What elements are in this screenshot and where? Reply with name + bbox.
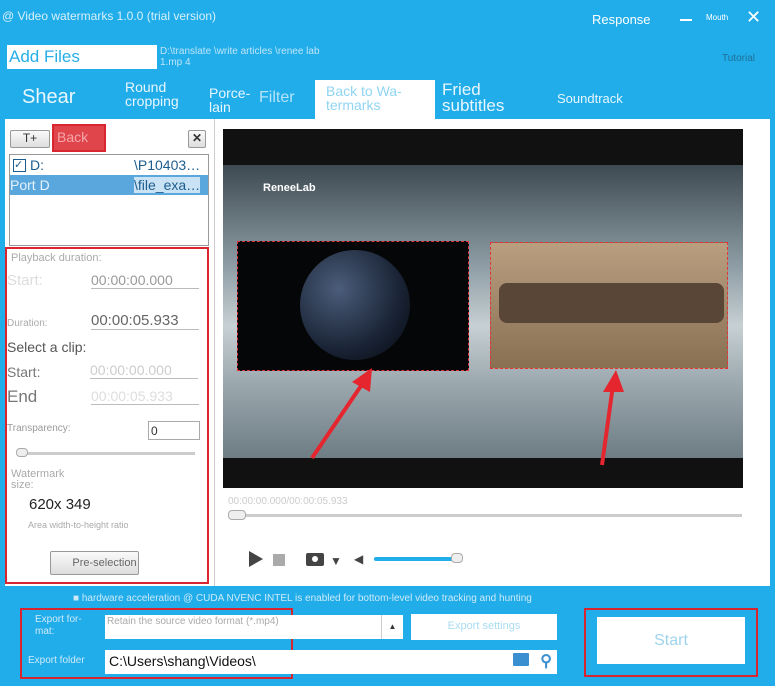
pre-selection-button[interactable]: Pre-selection xyxy=(50,551,139,575)
tab-soundtrack[interactable]: Soundtrack xyxy=(557,92,623,106)
snapshot-dropdown-icon[interactable]: ▼ xyxy=(330,554,342,568)
mouth-button[interactable]: Mouth xyxy=(706,13,728,22)
export-folder-value: C:\Users\shang\Videos\ xyxy=(109,653,256,669)
volume-icon[interactable]: ◀ xyxy=(354,552,363,566)
tab-porcelain[interactable]: Porce-lain xyxy=(209,86,254,114)
settings-box xyxy=(5,247,209,584)
tutorial-link[interactable]: Tutorial xyxy=(722,53,755,64)
clip-end-label: End xyxy=(7,387,38,406)
export-folder-input[interactable]: C:\Users\shang\Videos\ ⚲ xyxy=(105,650,557,674)
watermark-size-value: 620x 349 xyxy=(29,496,91,513)
arrow-icon xyxy=(310,368,372,460)
seek-bar[interactable] xyxy=(228,514,742,517)
file-path: D:\translate \write articles \renee lab … xyxy=(160,46,320,68)
time-display: 00:00:00.000/00:00:05.933 xyxy=(228,496,348,507)
transparency-slider[interactable] xyxy=(18,452,195,455)
dropdown-arrow-icon[interactable]: ▲ xyxy=(381,615,403,639)
transparency-slider-handle[interactable] xyxy=(16,448,28,457)
transparency-label: Transparency: xyxy=(7,423,71,434)
export-format-label: Export for-mat: xyxy=(35,614,82,637)
tab-round-cropping[interactable]: Round cropping xyxy=(125,80,195,108)
hardware-note: ■ hardware acceleration @ CUDA NVENC INT… xyxy=(73,593,532,604)
response-button[interactable]: Response xyxy=(592,12,651,27)
checkbox[interactable]: ✓ xyxy=(13,159,26,172)
list-item[interactable]: Port D \file_exa… xyxy=(10,175,208,195)
export-settings-button[interactable]: Export settings xyxy=(411,614,557,640)
camera-icon[interactable] xyxy=(306,553,324,566)
start-label: Start: xyxy=(7,272,43,289)
folder-icon[interactable] xyxy=(513,653,529,666)
arrow-icon xyxy=(600,370,624,466)
duration-field[interactable]: 00:00:05.933 xyxy=(91,312,199,330)
tab-filter[interactable]: Filter xyxy=(259,90,295,106)
add-text-button[interactable]: T+ xyxy=(10,130,50,148)
video-logo: ReneeLab xyxy=(263,182,316,194)
stop-icon[interactable] xyxy=(273,554,285,566)
arrow-annotations xyxy=(310,368,624,466)
file-suffix: \P10403… xyxy=(134,157,201,173)
file-suffix: \file_exa… xyxy=(134,177,201,193)
play-icon[interactable] xyxy=(249,551,263,567)
file-name: D: xyxy=(30,157,44,173)
file-name: Port D xyxy=(10,177,50,193)
tab-fried-subtitles[interactable]: Fried subtitles xyxy=(442,81,522,114)
log-image xyxy=(499,283,724,323)
back-button[interactable]: Back xyxy=(52,124,106,152)
clip-start-field[interactable]: 00:00:00.000 xyxy=(90,362,198,379)
volume-handle[interactable] xyxy=(451,553,463,563)
volume-slider[interactable] xyxy=(374,557,458,561)
clip-start-label: Start: xyxy=(7,364,41,380)
minimize-button[interactable] xyxy=(680,19,692,21)
search-icon[interactable]: ⚲ xyxy=(540,651,552,671)
delete-button[interactable]: ✕ xyxy=(188,130,206,148)
transparency-spinner[interactable]: 0 xyxy=(148,421,200,440)
tab-back-to-watermarks[interactable]: Back to Wa-termarks xyxy=(315,80,435,119)
ratio-label: Area width-to-height ratio xyxy=(28,520,129,530)
list-item[interactable]: ✓ D: \P10403… xyxy=(10,155,208,175)
duration-label: Duration: xyxy=(7,318,48,329)
clip-end-field[interactable]: 00:00:05.933 xyxy=(91,388,199,405)
file-list: ✓ D: \P10403… Port D \file_exa… xyxy=(9,154,209,246)
window-title: @ Video watermarks 1.0.0 (trial version) xyxy=(2,9,217,23)
seek-handle[interactable] xyxy=(228,510,246,520)
close-button[interactable]: ✕ xyxy=(746,7,761,28)
watermark-region-1[interactable] xyxy=(237,241,469,371)
earth-image xyxy=(300,250,410,360)
tab-shear[interactable]: Shear xyxy=(22,87,75,107)
export-format-value: Retain the source video format (*.mp4) xyxy=(107,616,279,627)
export-format-select[interactable]: Retain the source video format (*.mp4) ▲ xyxy=(105,615,403,639)
playback-duration-label: Playback duration: xyxy=(11,252,102,264)
start-field[interactable]: 00:00:00.000 xyxy=(91,272,199,289)
add-files-button[interactable]: Add Files xyxy=(7,45,157,69)
start-button[interactable]: Start xyxy=(597,617,745,664)
export-folder-label: Export folder xyxy=(28,655,85,666)
watermark-region-2[interactable] xyxy=(490,242,728,369)
watermark-size-label: Watermark size: xyxy=(11,468,65,491)
select-clip-label: Select a clip: xyxy=(7,339,87,355)
